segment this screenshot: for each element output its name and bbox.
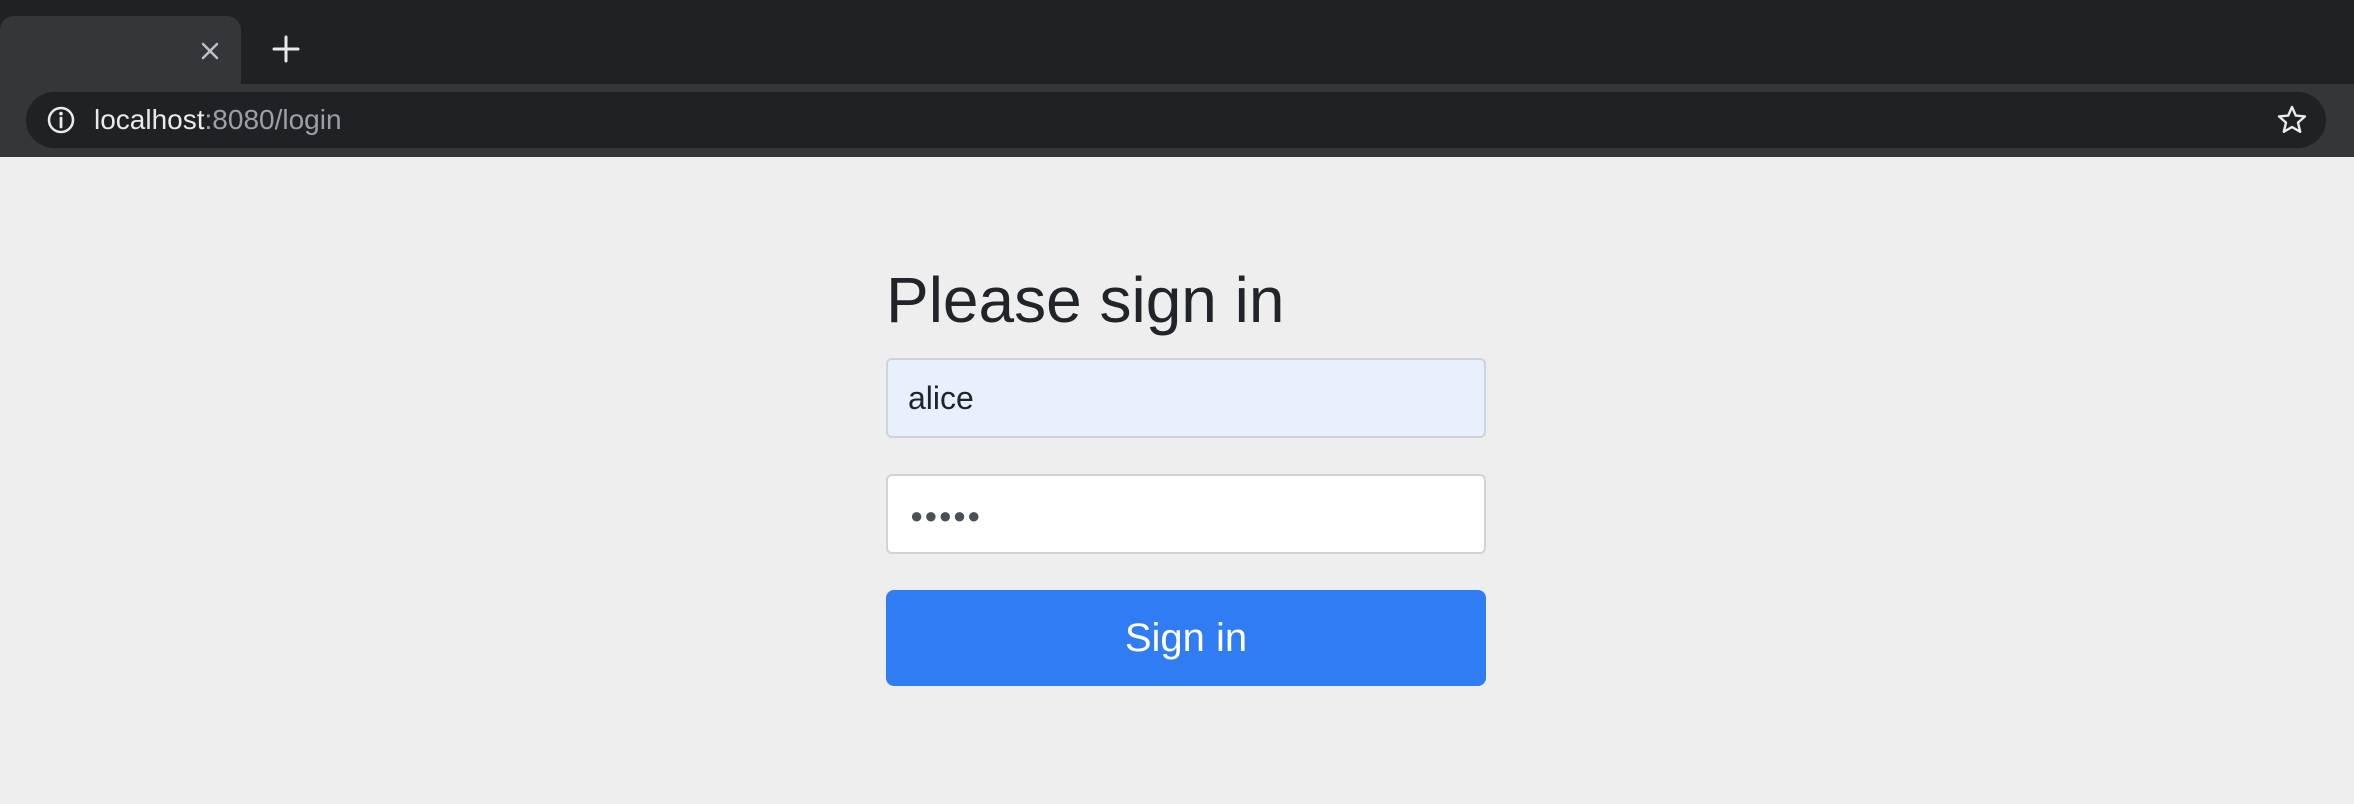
sign-in-button[interactable]: Sign in [886, 590, 1486, 686]
browser-tab[interactable] [0, 16, 241, 84]
url-path: :8080/login [204, 104, 342, 135]
plus-icon [272, 35, 300, 63]
url-host: localhost [94, 104, 205, 135]
password-input[interactable]: ●●●●● [886, 474, 1486, 554]
url-text[interactable]: localhost:8080/login [94, 92, 342, 148]
star-icon[interactable] [2276, 104, 2308, 136]
page-title: Please sign in [886, 264, 1285, 336]
close-icon[interactable] [195, 36, 225, 66]
password-mask: ●●●●● [910, 503, 982, 528]
tab-strip [0, 0, 2354, 84]
address-bar[interactable]: localhost:8080/login [26, 92, 2326, 148]
username-input[interactable] [886, 358, 1486, 438]
page-content: Please sign in ●●●●● Sign in [0, 157, 2354, 804]
new-tab-button[interactable] [268, 31, 304, 67]
browser-toolbar: localhost:8080/login [0, 84, 2354, 157]
browser-chrome: localhost:8080/login [0, 0, 2354, 157]
info-icon[interactable] [46, 105, 76, 135]
